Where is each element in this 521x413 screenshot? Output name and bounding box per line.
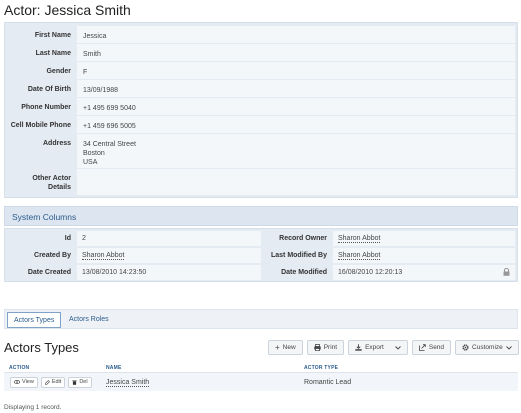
field-label: First Name xyxy=(34,32,71,39)
column-header-name[interactable]: NAME xyxy=(106,362,304,372)
address-line: Boston xyxy=(83,150,105,157)
new-label: New xyxy=(282,344,296,351)
actors-types-grid: ACTION NAME ACTOR TYPE View Edit Del Jes… xyxy=(4,362,518,391)
field-value: 16/08/2010 12:20:13 xyxy=(333,265,515,280)
cell-phone-row: Cell Mobile Phone +1 459 696 5005 xyxy=(8,116,515,133)
field-value: Sharon Abbot xyxy=(77,248,261,263)
delete-label: Del xyxy=(79,379,88,385)
grid-toolbar: + New Print Export Send Customize xyxy=(268,340,519,355)
field-label: Date Created xyxy=(27,269,71,276)
customize-button[interactable]: Customize xyxy=(455,340,519,355)
actor-type-cell: Romantic Lead xyxy=(304,378,352,386)
field-value: 2 xyxy=(77,231,261,246)
address-row: Address 34 Central Street Boston USA xyxy=(8,134,515,168)
field-value: F xyxy=(77,62,515,79)
field-value: 13/08/2010 14:23:50 xyxy=(77,265,261,280)
record-count: Displaying 1 record. xyxy=(4,404,62,411)
last-modified-by-link[interactable]: Sharon Abbot xyxy=(338,252,381,260)
grid-header: ACTION NAME ACTOR TYPE xyxy=(4,362,518,373)
system-row: Created By Sharon Abbot Last Modified By… xyxy=(8,248,515,263)
chevron-down-icon xyxy=(395,345,401,350)
chevron-down-icon xyxy=(505,345,512,350)
date-of-birth-row: Date Of Birth 13/09/1988 xyxy=(8,80,515,97)
field-value: Sharon Abbot xyxy=(333,231,515,246)
field-label: Phone Number xyxy=(21,104,71,111)
record-owner-link[interactable]: Sharon Abbot xyxy=(338,235,381,243)
customize-label: Customize xyxy=(472,344,503,351)
delete-button[interactable]: Del xyxy=(68,376,92,388)
print-button[interactable]: Print xyxy=(306,340,345,355)
address-line: USA xyxy=(83,159,98,166)
field-label: Created By xyxy=(34,252,71,259)
other-details-row: Other Actor Details xyxy=(8,169,515,195)
edit-button[interactable]: Edit xyxy=(40,376,66,388)
field-value: Sharon Abbot xyxy=(333,248,515,263)
section-title: Actors Types xyxy=(4,340,79,355)
gender-row: Gender F xyxy=(8,62,515,79)
field-label: Last Name xyxy=(35,50,71,57)
tab-actors-types[interactable]: Actors Types xyxy=(7,312,62,328)
page-title: Actor: Jessica Smith xyxy=(4,2,131,18)
printer-icon xyxy=(313,344,321,351)
address-line: 34 Central Street xyxy=(83,141,136,148)
actor-name-link[interactable]: Jessica Smith xyxy=(106,378,150,387)
print-label: Print xyxy=(323,344,338,351)
edit-label: Edit xyxy=(51,379,62,385)
field-label: Address xyxy=(42,140,71,147)
field-label: Id xyxy=(64,235,71,242)
column-header-action[interactable]: ACTION xyxy=(4,362,106,372)
tab-actors-roles[interactable]: Actors Roles xyxy=(63,312,115,328)
send-label: Send xyxy=(428,344,445,351)
date-modified-value: 16/08/2010 12:20:13 xyxy=(338,269,403,276)
lock-icon xyxy=(503,268,510,276)
field-label: Date Of Birth xyxy=(27,86,71,93)
view-label: View xyxy=(22,379,34,385)
send-icon xyxy=(418,344,426,351)
eye-icon xyxy=(14,380,20,384)
field-label: Other Actor Details xyxy=(32,175,71,191)
field-label: Cell Mobile Phone xyxy=(10,122,71,129)
table-row: View Edit Del Jessica Smith Romantic Lea… xyxy=(4,373,518,391)
new-button[interactable]: + New xyxy=(268,340,303,355)
address-value: 34 Central Street Boston USA xyxy=(77,134,515,168)
related-tabs: Actors Types Actors Roles xyxy=(4,309,518,329)
system-row: Id 2 Record Owner Sharon Abbot xyxy=(8,231,515,246)
created-by-link[interactable]: Sharon Abbot xyxy=(82,252,125,260)
field-label: Last Modified By xyxy=(270,252,327,259)
gear-icon xyxy=(462,344,469,351)
download-icon xyxy=(355,344,362,351)
field-value xyxy=(77,169,515,195)
actor-details-panel: First Name Jessica Last Name Smith Gende… xyxy=(4,22,518,198)
send-button[interactable]: Send xyxy=(411,340,452,355)
view-button[interactable]: View xyxy=(10,376,38,388)
first-name-row: First Name Jessica xyxy=(8,26,515,43)
trash-icon xyxy=(72,380,78,385)
plus-icon: + xyxy=(275,342,280,352)
name-cell: Jessica Smith xyxy=(106,378,304,387)
field-label: Record Owner xyxy=(279,235,327,242)
column-header-actor-type[interactable]: ACTOR TYPE xyxy=(304,362,518,372)
edit-icon xyxy=(45,379,50,385)
field-value: 13/09/1988 xyxy=(77,80,515,97)
last-name-row: Last Name Smith xyxy=(8,44,515,61)
export-button[interactable]: Export xyxy=(348,340,408,355)
system-columns-header[interactable]: System Columns xyxy=(4,206,518,226)
field-value: Jessica xyxy=(77,26,515,43)
field-value: Smith xyxy=(77,44,515,61)
export-label: Export xyxy=(365,344,384,351)
row-actions: View Edit Del xyxy=(4,376,106,388)
system-row: Date Created 13/08/2010 14:23:50 Date Mo… xyxy=(8,265,515,280)
system-columns-panel: Id 2 Record Owner Sharon Abbot Created B… xyxy=(4,228,518,282)
field-label: Date Modified xyxy=(281,269,327,276)
phone-number-row: Phone Number +1 495 699 5040 xyxy=(8,98,515,115)
field-value: +1 495 699 5040 xyxy=(77,98,515,115)
field-label: Gender xyxy=(46,68,71,75)
field-value: +1 459 696 5005 xyxy=(77,116,515,133)
